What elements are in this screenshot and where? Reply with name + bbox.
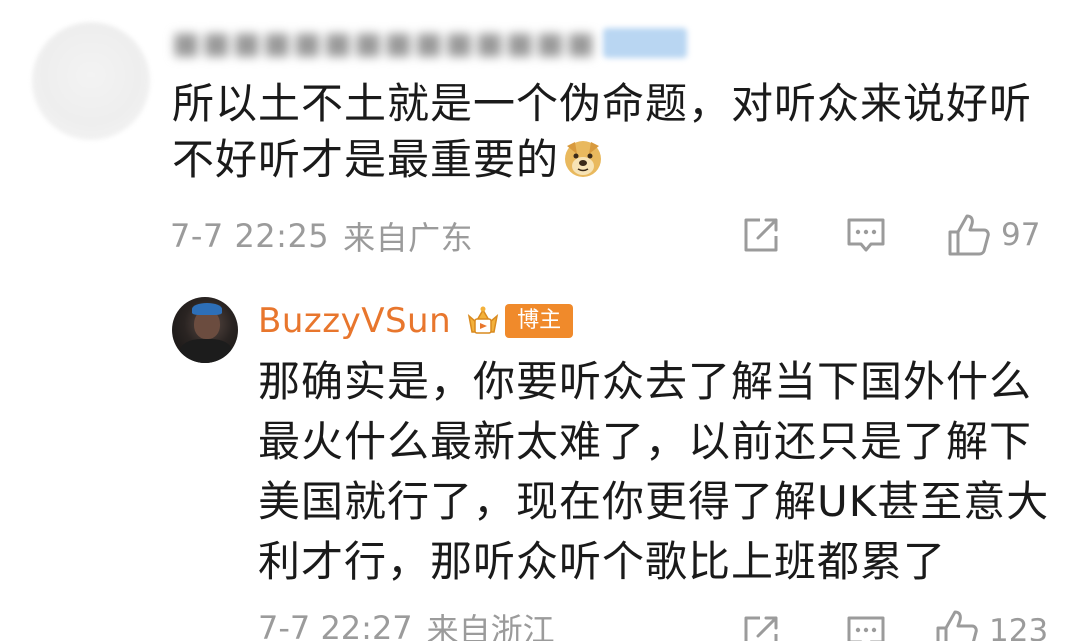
share-icon — [744, 616, 778, 641]
commenter-badge — [602, 28, 687, 58]
reply-like-button[interactable]: 123 — [935, 608, 1048, 641]
share-icon — [744, 218, 778, 252]
reply-header: BuzzyVSun 博主 — [258, 298, 574, 344]
comment-meta: 7-7 22:25 来自广东 — [170, 214, 473, 258]
author-name[interactable]: BuzzyVSun — [258, 301, 451, 341]
comment-location: 来自广东 — [343, 219, 474, 257]
reply-location: 来自浙江 — [426, 611, 555, 641]
reply-share-button[interactable] — [740, 612, 782, 641]
comment-thread: ■■■■■■■■■■■■■■ 所以土不土就是一个伪命题，对听众来说好听不好听才是… — [0, 0, 1080, 641]
commenter-name: ■■■■■■■■■■■■■■ — [172, 25, 597, 61]
thumbs-up-icon — [936, 610, 978, 641]
comment-body: 所以土不土就是一个伪命题，对听众来说好听不好听才是最重要的 — [172, 76, 1052, 188]
reply-comment-button[interactable] — [845, 612, 887, 641]
reply-meta: 7-7 22:27 来自浙江 — [258, 606, 555, 641]
thumbs-up-icon — [948, 214, 990, 256]
host-badge: 博主 — [505, 304, 574, 338]
reply-button[interactable] — [845, 214, 887, 256]
reply-like-count: 123 — [989, 613, 1049, 641]
doge-emoji-icon — [561, 136, 605, 180]
comment-time: 7-7 22:25 — [170, 217, 330, 255]
author-avatar[interactable] — [172, 297, 238, 363]
like-count: 97 — [1001, 217, 1041, 253]
like-button[interactable]: 97 — [947, 212, 1040, 258]
reply-time: 7-7 22:27 — [258, 609, 413, 641]
commenter-avatar[interactable] — [32, 22, 150, 140]
comment-icon — [847, 616, 885, 641]
comment-icon — [847, 218, 885, 252]
reply-body: 那确实是，你要听众去了解当下国外什么最火什么最新太难了，以前还只是了解下美国就行… — [258, 357, 1050, 586]
crown-icon — [468, 306, 499, 334]
share-button[interactable] — [740, 214, 782, 256]
commenter-name-blurred[interactable]: ■■■■■■■■■■■■■■ — [172, 25, 687, 61]
